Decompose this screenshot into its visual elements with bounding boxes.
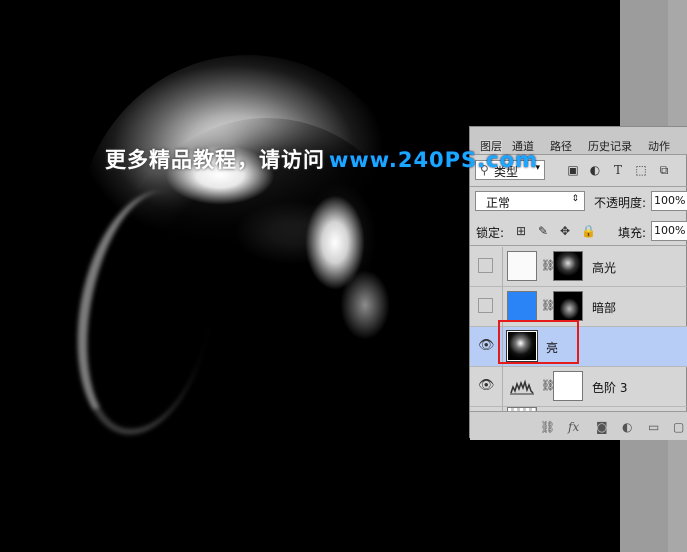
layer-name[interactable]: 高光: [592, 259, 616, 276]
layer-mask-thumbnail[interactable]: [553, 371, 583, 401]
lock-row: 锁定: ⊞ ✎ ✥ 🔒 填充: 100%: [470, 219, 687, 245]
image-filter-icon[interactable]: ▣: [566, 163, 580, 177]
layer-thumbnail[interactable]: [507, 291, 537, 321]
chevron-updown-icon: ⇕: [571, 194, 579, 204]
fx-icon[interactable]: fx: [568, 420, 579, 434]
opacity-value: 100%: [654, 194, 686, 207]
layer-thumbnail[interactable]: [507, 251, 537, 281]
lock-label: 锁定:: [476, 226, 505, 240]
blend-mode-value: 正常: [486, 196, 511, 210]
tab-actions[interactable]: 动作: [648, 140, 670, 154]
adjustment-filter-icon[interactable]: ◐: [588, 163, 602, 177]
layer-mask-thumbnail[interactable]: [553, 251, 583, 281]
opacity-label: 不透明度:: [594, 196, 647, 210]
tab-history[interactable]: 历史记录: [588, 140, 632, 154]
blend-mode-select[interactable]: 正常 ⇕: [475, 191, 585, 211]
watermark: 更多精品教程，请访问 www.240PS.com: [105, 144, 538, 174]
lock-transparent-icon[interactable]: ⊞: [514, 224, 528, 238]
new-layer-icon[interactable]: ▢: [673, 420, 684, 434]
eye-icon[interactable]: 👁: [478, 378, 495, 393]
lock-all-icon[interactable]: 🔒: [581, 224, 596, 238]
fill-value: 100%: [654, 224, 686, 237]
layer-name[interactable]: 暗部: [592, 299, 616, 316]
eye-icon[interactable]: 👁: [478, 338, 495, 353]
type-filter-icon[interactable]: T: [611, 163, 625, 177]
link-layers-icon[interactable]: ⛓: [540, 420, 555, 434]
watermark-url: www.240PS.com: [329, 148, 538, 172]
levels-adjustment-icon[interactable]: [507, 371, 537, 401]
blend-row: 正常 ⇕ 不透明度: 100%: [470, 189, 687, 217]
layer-row[interactable]: 👁 ⛓ 色阶 3: [470, 367, 687, 407]
add-mask-icon[interactable]: ◙: [596, 420, 608, 434]
visibility-toggle[interactable]: [478, 258, 493, 273]
lock-position-icon[interactable]: ✥: [558, 224, 572, 238]
shape-filter-icon[interactable]: ⬚: [634, 163, 648, 177]
visibility-toggle[interactable]: [478, 298, 493, 313]
lock-paint-icon[interactable]: ✎: [536, 224, 550, 238]
panel-bottom-bar: ⛓ fx ◙ ◐ ▭ ▢: [470, 411, 687, 440]
folder-icon[interactable]: ▭: [648, 420, 659, 434]
layer-row[interactable]: ⛓ 高光: [470, 247, 687, 287]
highlight-box: [498, 320, 579, 364]
new-adjustment-icon[interactable]: ◐: [622, 420, 632, 434]
sphere-highlight-lower: [340, 270, 390, 340]
fill-label: 填充:: [618, 226, 647, 240]
smart-object-filter-icon[interactable]: ⧉: [657, 163, 671, 177]
tab-paths[interactable]: 路径: [550, 140, 572, 154]
opacity-input[interactable]: 100%: [651, 191, 687, 211]
watermark-text: 更多精品教程，请访问: [105, 148, 325, 172]
layer-name[interactable]: 色阶 3: [592, 379, 627, 396]
fill-input[interactable]: 100%: [651, 221, 687, 241]
layer-mask-thumbnail[interactable]: [553, 291, 583, 321]
